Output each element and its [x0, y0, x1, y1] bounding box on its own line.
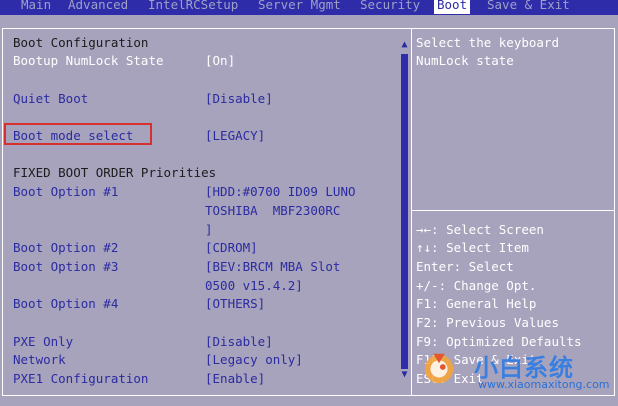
boot-option-4-value[interactable]: [OTHERS] [205, 296, 265, 312]
scroll-up-icon[interactable]: ▲ [399, 40, 410, 50]
pxe-only-value[interactable]: [Disable] [205, 334, 273, 350]
boot-config-header: Boot Configuration [13, 35, 149, 50]
numlock-value[interactable]: [On] [205, 53, 235, 69]
tab-main[interactable]: Main [21, 0, 51, 14]
network-label[interactable]: Network [13, 352, 66, 368]
watermark-logo-icon [424, 353, 454, 384]
key-hint-change-opt: +/-: Change Opt. [416, 278, 537, 293]
quiet-boot-label[interactable]: Quiet Boot [13, 91, 88, 107]
boot-option-1-value-line[interactable]: [HDD:#0700 ID09 LUNO [205, 184, 356, 200]
boot-option-3-value-line[interactable]: 0500 v15.4.2] [205, 278, 303, 294]
boot-option-2-label[interactable]: Boot Option #2 [13, 240, 118, 256]
help-text-line: Select the keyboard [416, 35, 559, 50]
key-hint-previous-values: F2: Previous Values [416, 315, 559, 330]
scrollbar-thumb[interactable] [401, 54, 408, 369]
help-text-line: NumLock state [416, 53, 514, 68]
fixed-order-header: FIXED BOOT ORDER Priorities [13, 165, 217, 180]
pxe1-config-label[interactable]: PXE1 Configuration [13, 371, 148, 387]
watermark: 小白系统 www.xiaomaxitong.com [418, 346, 610, 396]
tab-intelrcsetup[interactable]: IntelRCSetup [148, 0, 238, 14]
key-hint-select-screen: →←: Select Screen [416, 222, 544, 237]
help-divider [411, 210, 614, 211]
network-value[interactable]: [Legacy only] [205, 352, 303, 368]
boot-option-2-value[interactable]: [CDROM] [205, 240, 258, 256]
boot-option-3-value-line[interactable]: [BEV:BRCM MBA Slot [205, 259, 340, 275]
tab-advanced[interactable]: Advanced [68, 0, 128, 14]
pxe1-config-value[interactable]: [Enable] [205, 371, 265, 387]
tab-save-exit[interactable]: Save & Exit [487, 0, 570, 14]
pxe-only-label[interactable]: PXE Only [13, 334, 73, 350]
numlock-label[interactable]: Bootup NumLock State [13, 53, 164, 69]
boot-option-3-label[interactable]: Boot Option #3 [13, 259, 118, 275]
boot-option-4-label[interactable]: Boot Option #4 [13, 296, 118, 312]
quiet-boot-value[interactable]: [Disable] [205, 91, 273, 107]
boot-option-1-label[interactable]: Boot Option #1 [13, 184, 118, 200]
key-hint-general-help: F1: General Help [416, 296, 537, 311]
scrollbar[interactable]: ▲ ▼ [399, 40, 410, 380]
boot-option-1-value-line[interactable]: TOSHIBA MBF2300RC [205, 203, 340, 219]
boot-mode-value[interactable]: [LEGACY] [205, 128, 265, 144]
key-hint-select-item: ↑↓: Select Item [416, 240, 529, 255]
key-hint-enter: Enter: Select [416, 259, 514, 274]
tab-security[interactable]: Security [360, 0, 420, 14]
tab-server-mgmt[interactable]: Server Mgmt [258, 0, 341, 14]
scroll-down-icon[interactable]: ▼ [399, 370, 410, 380]
tab-boot[interactable]: Boot [434, 0, 471, 14]
boot-option-1-value-line[interactable]: ] [205, 222, 213, 238]
boot-mode-label[interactable]: Boot mode select [13, 128, 133, 144]
menu-bar: Main Advanced IntelRCSetup Server Mgmt S… [0, 0, 618, 15]
watermark-url: www.xiaomaxitong.com [478, 378, 610, 391]
